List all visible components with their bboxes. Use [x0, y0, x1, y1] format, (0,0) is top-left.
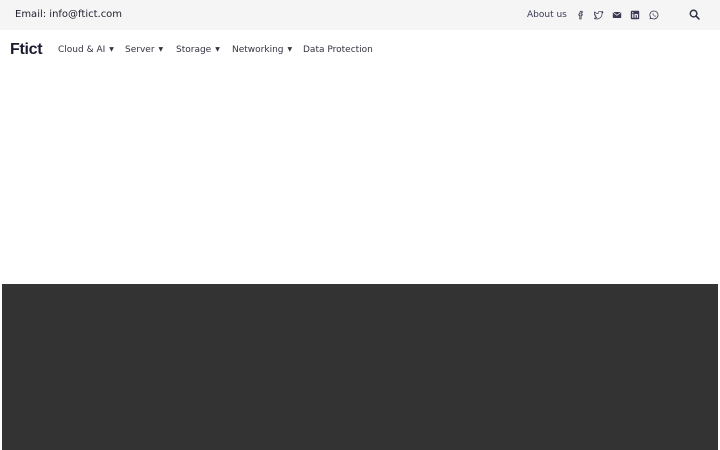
facebook-icon[interactable]	[575, 9, 587, 21]
caret-down-icon: ▼	[109, 46, 114, 53]
nav-item-networking[interactable]: Networking ▼	[232, 44, 292, 56]
search-icon[interactable]	[689, 9, 701, 21]
nav-item-label: Server	[125, 45, 155, 55]
caret-down-icon: ▼	[287, 46, 293, 53]
caret-down-icon: ▼	[215, 46, 220, 53]
contact-email[interactable]: Email: info@ftict.com	[15, 8, 122, 22]
whatsapp-icon[interactable]	[648, 9, 660, 21]
nav-item-label: Networking	[232, 45, 284, 55]
nav-item-data-protection[interactable]: Data Protection	[303, 44, 373, 56]
linkedin-icon[interactable]	[629, 9, 641, 21]
caret-down-icon: ▼	[158, 46, 164, 53]
twitter-icon[interactable]	[593, 9, 605, 21]
nav-item-storage[interactable]: Storage ▼	[176, 44, 220, 56]
nav-item-label: Cloud & AI	[58, 45, 106, 55]
nav-item-label: Data Protection	[303, 45, 373, 55]
about-us-link[interactable]: About us	[527, 8, 567, 22]
email-icon[interactable]	[611, 9, 623, 21]
hero-dark-section	[2, 284, 718, 450]
nav-item-cloud-ai[interactable]: Cloud & AI ▼	[58, 44, 114, 56]
nav-item-server[interactable]: Server ▼	[125, 44, 163, 56]
nav-item-label: Storage	[176, 45, 212, 55]
main-navigation: Ftict Cloud & AI ▼ Server ▼ Storage ▼ Netwo…	[0, 30, 720, 70]
top-bar: Email: info@ftict.com About us	[0, 0, 720, 30]
site-logo[interactable]: Ftict	[10, 40, 43, 60]
